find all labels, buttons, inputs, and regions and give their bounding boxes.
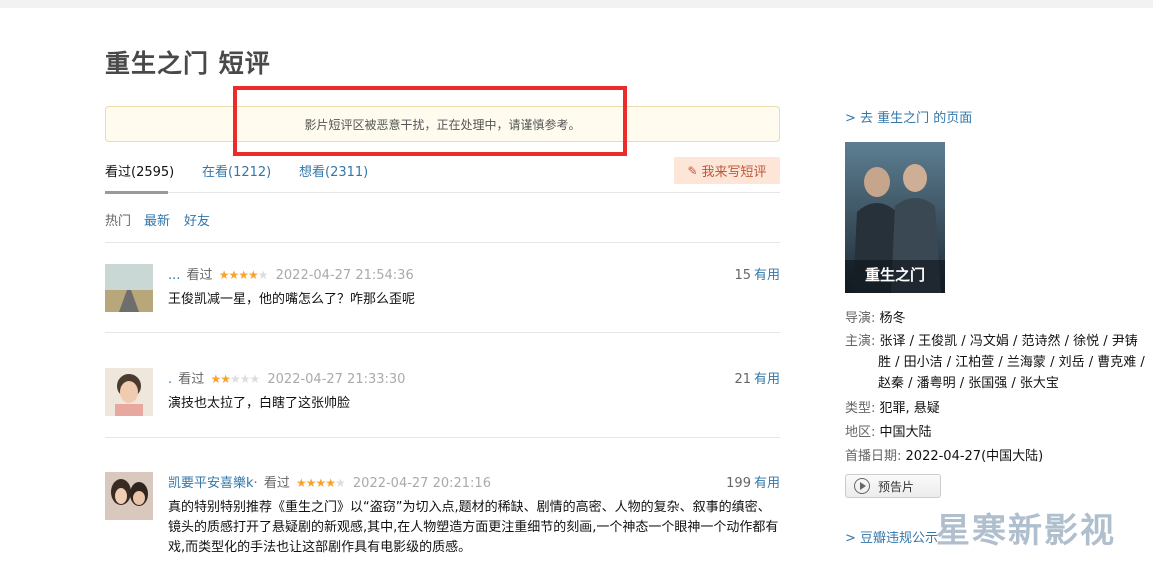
filter-hot[interactable]: 热门 xyxy=(105,210,131,229)
useful-button[interactable]: 有用 xyxy=(754,476,780,491)
genre-row: 类型: 犯罪, 悬疑 xyxy=(845,398,940,419)
avatar[interactable] xyxy=(105,264,153,312)
rating-stars-icon: ★★★★★ xyxy=(210,372,260,386)
divider xyxy=(105,332,780,333)
vote-count: 15 xyxy=(734,268,751,283)
filter-latest[interactable]: 最新 xyxy=(144,210,170,229)
avatar[interactable] xyxy=(105,472,153,520)
avatar[interactable] xyxy=(105,368,153,416)
vote-count: 21 xyxy=(734,372,751,387)
director-label: 导演: xyxy=(845,311,876,326)
comment-header: ... 看过 ★★★★★ 2022-04-27 21:54:36 xyxy=(168,264,414,283)
trailer-button[interactable]: 预告片 xyxy=(845,474,941,498)
comment-header: 凯要平安喜樂k· 看过 ★★★★★ 2022-04-27 20:21:16 xyxy=(168,472,491,491)
comment-text: 演技也太拉了，白瞎了这张帅脸 xyxy=(168,396,351,411)
tab-watching[interactable]: 在看(1212) xyxy=(202,161,271,180)
comment-header: . 看过 ★★★★★ 2022-04-27 21:33:30 xyxy=(168,368,405,387)
cast-list[interactable]: 张译 / 王俊凯 / 冯文娟 / 范诗然 / 徐悦 / 尹铸胜 / 田小洁 / … xyxy=(878,334,1145,391)
tab-want[interactable]: 想看(2311) xyxy=(299,161,368,180)
cast-row: 主演: 张译 / 王俊凯 / 冯文娟 / 范诗然 / 徐悦 / 尹铸胜 / 田小… xyxy=(845,331,1145,394)
comment-user[interactable]: ... xyxy=(168,268,180,283)
comment-votes: 199 有用 xyxy=(726,472,780,491)
cast-label: 主演: xyxy=(845,334,876,349)
divider xyxy=(105,242,780,243)
page-title: 重生之门 短评 xyxy=(105,49,271,78)
pencil-icon: ✎ xyxy=(687,163,698,178)
comment-votes: 21 有用 xyxy=(734,368,780,387)
rating-stars-icon: ★★★★★ xyxy=(295,476,346,490)
region-label: 地区: xyxy=(845,425,876,440)
vote-count: 199 xyxy=(726,476,751,491)
top-bar xyxy=(0,0,1153,8)
comment-user[interactable]: . xyxy=(168,372,172,387)
premiere-label: 首播日期: xyxy=(845,449,902,464)
watermark-text: 星寒新影视 xyxy=(936,511,1116,551)
write-review-label: 我来写短评 xyxy=(701,165,767,180)
genre-label: 类型: xyxy=(845,401,876,416)
comment-time: 2022-04-27 21:54:36 xyxy=(275,268,414,283)
tab-watched[interactable]: 看过(2595) xyxy=(105,161,174,180)
filter-friends[interactable]: 好友 xyxy=(184,210,210,229)
poster-image[interactable]: 重生之门 xyxy=(845,142,945,293)
douban-violation-link[interactable]: > 豆瓣违规公示 xyxy=(845,527,938,546)
highlight-box xyxy=(233,86,627,156)
comment-time: 2022-04-27 20:21:16 xyxy=(352,476,491,491)
useful-button[interactable]: 有用 xyxy=(754,268,780,283)
region-value: 中国大陆 xyxy=(879,425,932,440)
trailer-label: 预告片 xyxy=(878,479,915,494)
comment-text: 真的特别特别推荐《重生之门》以“盗窃”为切入点,题材的稀缺、剧情的高密、人物的复… xyxy=(168,500,779,555)
comment-status: 看过 xyxy=(186,268,213,283)
genre-value: 犯罪, 悬疑 xyxy=(879,401,940,416)
poster-title: 重生之门 xyxy=(865,266,925,284)
comment-time: 2022-04-27 21:33:30 xyxy=(267,372,406,387)
region-row: 地区: 中国大陆 xyxy=(845,422,932,443)
premiere-row: 首播日期: 2022-04-27(中国大陆) xyxy=(845,446,1043,467)
active-tab-underline xyxy=(105,191,168,194)
play-icon xyxy=(854,478,870,494)
useful-button[interactable]: 有用 xyxy=(754,372,780,387)
status-tabs: 看过(2595) 在看(1212) 想看(2311) ✎ 我来写短评 xyxy=(105,157,780,194)
write-review-button[interactable]: ✎ 我来写短评 xyxy=(674,157,780,184)
comment-status: 看过 xyxy=(263,476,290,491)
back-to-subject-link[interactable]: > 去 重生之门 的页面 xyxy=(845,107,972,126)
comment-user[interactable]: 凯要平安喜樂k· xyxy=(168,476,258,491)
premiere-value: 2022-04-27(中国大陆) xyxy=(905,449,1044,464)
rating-stars-icon: ★★★★★ xyxy=(218,268,269,282)
director-link[interactable]: 杨冬 xyxy=(880,311,906,326)
comment-votes: 15 有用 xyxy=(734,264,780,283)
comment-text: 王俊凯减一星，他的嘴怎么了？咋那么歪呢 xyxy=(168,292,416,307)
divider xyxy=(105,437,780,438)
director-row: 导演: 杨冬 xyxy=(845,308,906,329)
comment-status: 看过 xyxy=(178,372,205,387)
